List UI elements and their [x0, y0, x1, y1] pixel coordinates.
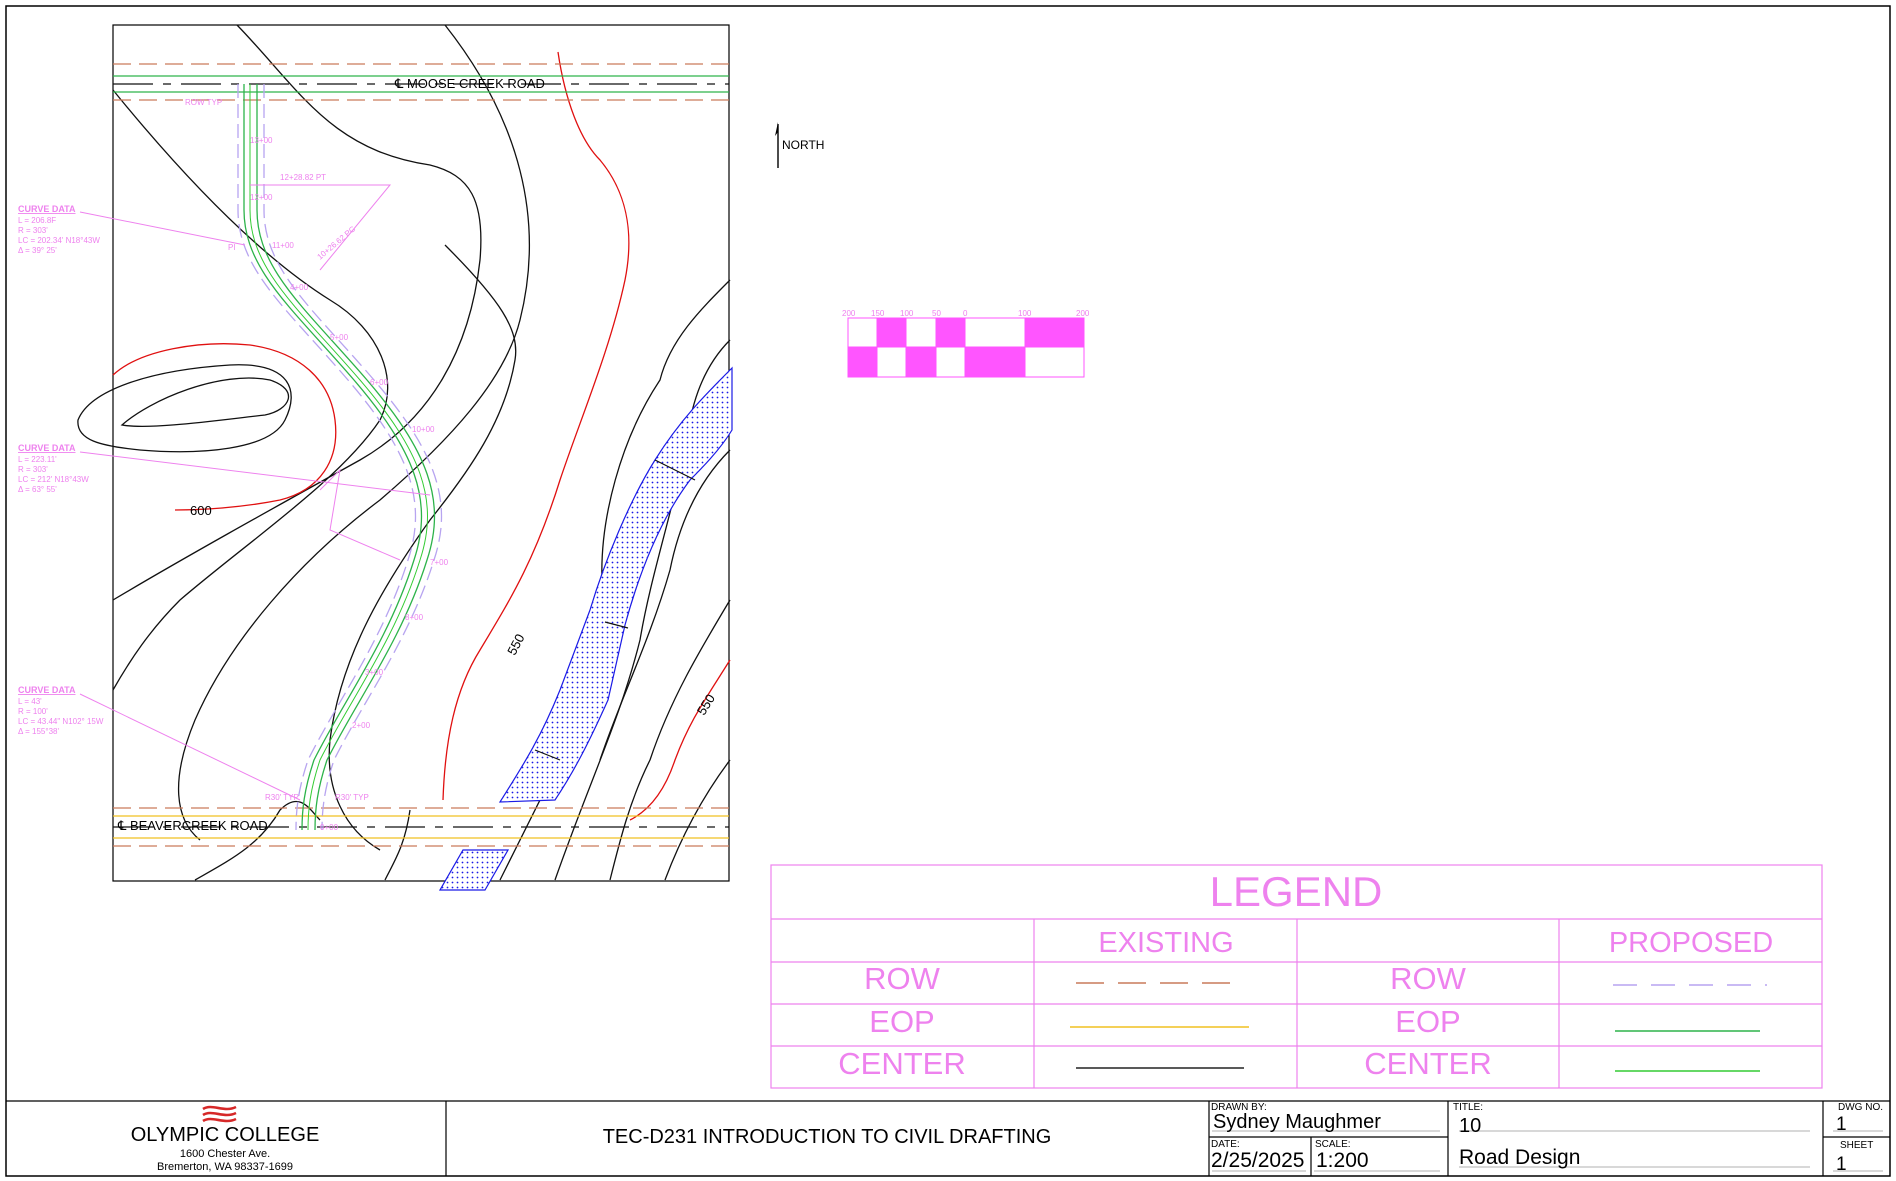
- svg-text:100: 100: [1018, 309, 1032, 318]
- sta-1: 13+00: [250, 136, 273, 145]
- scale-bar-labels: 200 150 100 50 0 100 200: [842, 309, 1090, 318]
- viewport-frame: [112, 24, 730, 882]
- drawing-sheet: 600 550 550 ℄ MOOSE CREEK ROAD ℄ BEAVERC…: [5, 5, 1891, 1177]
- sta-13: 7+00: [430, 558, 449, 567]
- drawn-by-value: Sydney Maughmer: [1213, 1111, 1381, 1133]
- svg-text:R = 303': R = 303': [18, 465, 48, 474]
- curve-leaders: [79, 184, 431, 801]
- dwg-no-label: DWG NO.: [1838, 1102, 1883, 1113]
- svg-text:Δ = 39° 25': Δ = 39° 25': [18, 246, 57, 255]
- college-address-2: Bremerton, WA 98337-1699: [157, 1161, 293, 1173]
- legend-existing-header: EXISTING: [1098, 927, 1233, 959]
- legend-title: LEGEND: [1210, 868, 1383, 915]
- date-value: 2/25/2025: [1211, 1149, 1305, 1172]
- sheet-label: SHEET: [1840, 1140, 1874, 1151]
- curve-data-2: CURVE DATA L = 223.11' R = 303' LC = 212…: [18, 443, 89, 494]
- sta-16: 5+00: [330, 333, 349, 342]
- sta-10: 2+00: [352, 721, 371, 730]
- legend-row-label2-1: ROW: [1390, 961, 1467, 996]
- sta-14: 10+00: [412, 425, 435, 434]
- svg-text:CURVE DATA: CURVE DATA: [18, 204, 76, 214]
- college-address-1: 1600 Chester Ave.: [179, 1148, 271, 1160]
- sta-5: 11+00: [272, 241, 294, 250]
- legend-row-label2-3: CENTER: [1364, 1046, 1491, 1081]
- dwg-no-value: 1: [1836, 1114, 1847, 1135]
- sta-12: 8+00: [405, 613, 424, 622]
- legend-row-label-1: ROW: [864, 961, 941, 996]
- svg-text:LC = 43.44" N102° 15W: LC = 43.44" N102° 15W: [18, 717, 104, 726]
- college-logo-icon: [202, 1105, 237, 1123]
- svg-text:R = 303': R = 303': [18, 226, 48, 235]
- svg-text:100: 100: [900, 309, 914, 318]
- curve-data-1: CURVE DATA L = 206.8F R = 303' LC = 202.…: [18, 204, 100, 255]
- title-number: 10: [1459, 1115, 1482, 1137]
- station-labels: 13+00 12+00 12+28.82 PT 10+26.62 PC 11+0…: [185, 98, 449, 832]
- sheet-value: 1: [1836, 1154, 1847, 1175]
- svg-text:LC = 202.34' N18°43W: LC = 202.34' N18°43W: [18, 236, 100, 245]
- svg-text:L = 223.11': L = 223.11': [18, 455, 57, 464]
- sta-8: R30' TYP: [265, 793, 299, 802]
- svg-text:200: 200: [842, 309, 856, 318]
- drawing-title: Road Design: [1459, 1146, 1581, 1169]
- svg-text:Δ = 63° 55': Δ = 63° 55': [18, 485, 57, 494]
- index-contours: [112, 51, 731, 821]
- legend-row-label-2: EOP: [869, 1004, 934, 1039]
- sta-11: 3+00: [365, 668, 384, 677]
- sta-4: 10+26.62 PC: [316, 224, 358, 261]
- sta-6: PI: [228, 243, 236, 252]
- svg-text:200: 200: [1076, 309, 1090, 318]
- contour-label-550a: 550: [504, 631, 527, 657]
- legend-proposed-header: PROPOSED: [1609, 927, 1773, 959]
- contour-label-600: 600: [190, 503, 212, 518]
- title-label: TITLE:: [1453, 1102, 1484, 1113]
- svg-text:Δ = 155°38': Δ = 155°38': [18, 727, 59, 736]
- beavercreek-label: ℄ BEAVERCREEK ROAD: [117, 818, 268, 833]
- college-name: OLYMPIC COLLEGE: [130, 1124, 320, 1146]
- legend-row-label2-2: EOP: [1395, 1004, 1460, 1039]
- svg-text:CURVE DATA: CURVE DATA: [18, 443, 76, 453]
- creek: [438, 366, 733, 891]
- sta-18: 0+00: [320, 823, 339, 832]
- course-title: TEC-D231 INTRODUCTION TO CIVIL DRAFTING: [602, 1126, 1052, 1148]
- sta-17: 4+00: [290, 283, 309, 292]
- north-label: NORTH: [782, 138, 824, 152]
- svg-text:150: 150: [871, 309, 885, 318]
- svg-text:0: 0: [963, 309, 968, 318]
- sta-7: ROW TYP: [185, 98, 222, 107]
- scale-value: 1:200: [1316, 1149, 1369, 1172]
- sta-9: R30' TYP: [335, 793, 369, 802]
- scale-bar: [847, 317, 1085, 378]
- svg-text:L = 206.8F: L = 206.8F: [18, 216, 56, 225]
- sta-3: 12+28.82 PT: [280, 173, 326, 182]
- legend-row-label-3: CENTER: [838, 1046, 965, 1081]
- contour-label-550b: 550: [694, 691, 718, 717]
- north-arrow: [775, 122, 779, 168]
- sta-2: 12+00: [250, 193, 273, 202]
- curve-data-3: CURVE DATA L = 43' R = 100' LC = 43.44" …: [18, 685, 104, 736]
- svg-text:R = 100': R = 100': [18, 707, 48, 716]
- svg-text:L = 43': L = 43': [18, 697, 42, 706]
- svg-text:50: 50: [932, 309, 941, 318]
- svg-text:LC = 212' N18°43W: LC = 212' N18°43W: [18, 475, 89, 484]
- contour-lines: [77, 24, 731, 881]
- sta-15: 6+00: [370, 378, 389, 387]
- svg-text:CURVE DATA: CURVE DATA: [18, 685, 76, 695]
- moose-creek-label: ℄ MOOSE CREEK ROAD: [394, 76, 545, 91]
